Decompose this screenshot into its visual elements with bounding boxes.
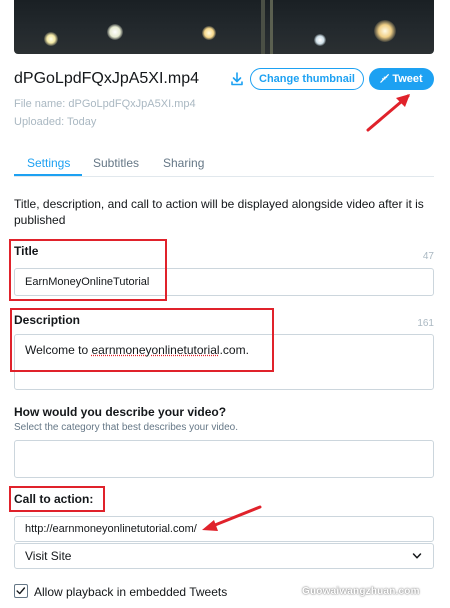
change-thumbnail-button[interactable]: Change thumbnail — [250, 68, 364, 90]
tabs-divider — [14, 176, 434, 177]
file-name-meta: File name: dPGoLpdFQxJpA5XI.mp4 — [14, 98, 196, 110]
chevron-down-icon[interactable] — [412, 551, 422, 561]
tab-subtitles[interactable]: Subtitles — [93, 156, 139, 170]
annotation-box-cta — [9, 486, 105, 512]
cta-select[interactable]: Visit Site — [14, 543, 434, 569]
tweet-label: Tweet — [392, 73, 423, 85]
tweet-feather-icon — [380, 74, 390, 83]
watermark-text: Guowaiwangzhuan.com — [302, 586, 420, 597]
allow-playback-checkbox[interactable] — [14, 584, 28, 598]
title-counter: 47 — [422, 251, 434, 262]
download-icon[interactable] — [229, 71, 245, 87]
video-thumbnail[interactable] — [14, 0, 434, 54]
tab-sharing[interactable]: Sharing — [163, 156, 204, 170]
category-question-label: How would you describe your video? — [14, 405, 227, 419]
tab-settings[interactable]: Settings — [27, 156, 70, 170]
annotation-arrow-cta — [202, 505, 262, 531]
video-title: dPGoLpdFQxJpA5XI.mp4 — [14, 70, 199, 87]
description-counter: 161 — [417, 318, 434, 329]
category-hint: Select the category that best describes … — [14, 422, 239, 433]
checkmark-icon — [16, 587, 26, 595]
annotation-box-title — [9, 239, 167, 301]
intro-text: Title, description, and call to action w… — [14, 197, 424, 227]
uploaded-meta: Uploaded: Today — [14, 116, 97, 128]
cta-select-value: Visit Site — [25, 549, 72, 563]
active-tab-indicator — [14, 174, 82, 176]
allow-playback-label: Allow playback in embedded Tweets — [34, 585, 228, 599]
cta-url-value: http://earnmoneyonlinetutorial.com/ — [25, 523, 197, 535]
annotation-box-description — [10, 308, 274, 372]
annotation-arrow-tweet — [366, 94, 410, 132]
category-input[interactable] — [14, 440, 434, 478]
